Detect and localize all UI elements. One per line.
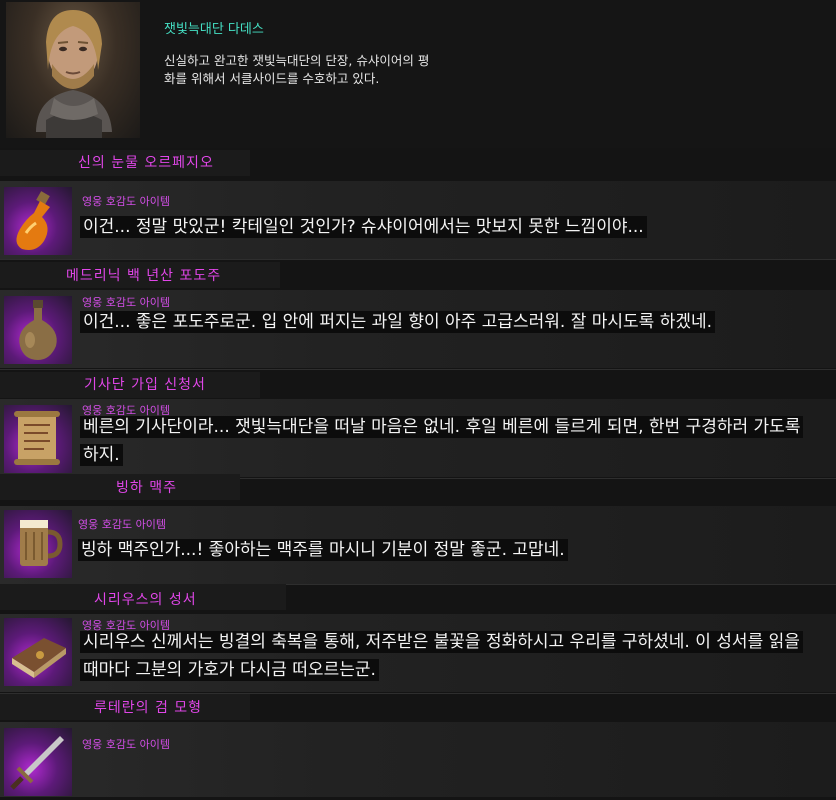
npc-header: 잿빛늑대단 다데스 신실하고 완고한 잿빛늑대단의 단장, 슈샤이어의 평화를 … <box>0 0 836 148</box>
item-row[interactable]: 영웅 호감도 아이템 시리우스 신께서는 빙결의 축복을 통해, 저주받은 불꽃… <box>0 614 836 692</box>
item-dialog: 이건... 정말 맛있군! 칵테일인 것인가? 슈샤이어에서는 맛보지 못한 느… <box>80 213 780 241</box>
item-dialog: 시리우스 신께서는 빙결의 축복을 통해, 저주받은 불꽃을 정화하시고 우리를… <box>80 628 810 684</box>
item-title: 메드리닉 백 년산 포도주 <box>66 268 222 284</box>
item-row[interactable]: 영웅 호감도 아이템 이건... 정말 맛있군! 칵테일인 것인가? 슈샤이어에… <box>0 181 836 259</box>
item-dialog: 이건... 좋은 포도주로군. 입 안에 퍼지는 과일 향이 아주 고급스러워.… <box>80 308 800 336</box>
sword-model-icon[interactable] <box>4 728 72 796</box>
npc-name: 잿빛늑대단 다데스 <box>164 22 264 37</box>
divider <box>0 369 836 370</box>
item-title: 빙하 맥주 <box>116 480 177 496</box>
npc-portrait <box>6 2 140 138</box>
item-row[interactable]: 영웅 호감도 아이템 이건... 좋은 포도주로군. 입 안에 퍼지는 과일 향… <box>0 290 836 368</box>
potion-bottle-icon[interactable] <box>4 187 72 255</box>
item-row[interactable]: 영웅 호감도 아이템 <box>0 722 836 797</box>
divider <box>0 259 836 260</box>
item-row[interactable]: 영웅 호감도 아이템 베른의 기사단이라... 잿빛늑대단을 떠날 마음은 없네… <box>0 399 836 477</box>
item-title: 기사단 가입 신청서 <box>84 377 206 393</box>
npc-description: 신실하고 완고한 잿빛늑대단의 단장, 슈샤이어의 평화를 위해서 서클사이드를… <box>164 53 430 86</box>
item-dialog: 베른의 기사단이라... 잿빛늑대단을 떠날 마음은 없네. 후일 베른에 들르… <box>80 413 820 469</box>
wine-flask-icon[interactable] <box>4 296 72 364</box>
item-row[interactable]: 영웅 호감도 아이템 빙하 맥주인가...! 좋아하는 맥주를 마시니 기분이 … <box>0 506 836 584</box>
item-title: 신의 눈물 오르페지오 <box>78 155 214 171</box>
item-title: 시리우스의 성서 <box>94 592 197 608</box>
holy-book-icon[interactable] <box>4 618 72 686</box>
scroll-icon[interactable] <box>4 405 72 473</box>
item-grade-label: 영웅 호감도 아이템 <box>82 738 170 751</box>
beer-mug-icon[interactable] <box>4 510 72 578</box>
item-grade-label: 영웅 호감도 아이템 <box>78 518 166 531</box>
item-title: 루테란의 검 모형 <box>94 700 203 716</box>
item-grade-label: 영웅 호감도 아이템 <box>82 195 170 208</box>
item-dialog: 빙하 맥주인가...! 좋아하는 맥주를 마시니 기분이 정말 좋군. 고맙네. <box>78 536 798 564</box>
